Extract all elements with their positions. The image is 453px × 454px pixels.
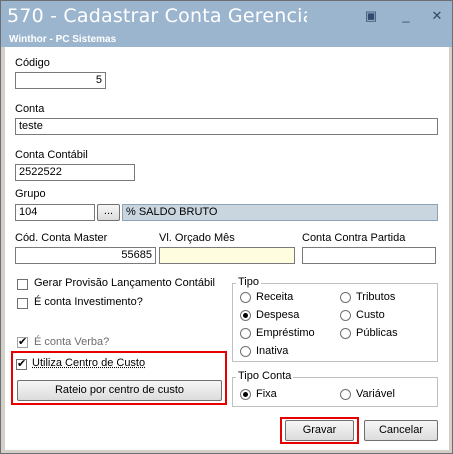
tipo-receita-radio[interactable] xyxy=(240,292,251,303)
conta-contra-partida-label: Conta Contra Partida xyxy=(302,232,406,244)
tipo-publicas-radio[interactable] xyxy=(340,328,351,339)
conta-contabil-label: Conta Contábil xyxy=(15,149,88,161)
grupo-field[interactable]: 104 xyxy=(15,204,95,221)
form-area: Código 5 Conta teste Conta Contábil 2522… xyxy=(5,47,449,450)
restore-icon[interactable]: ▣ xyxy=(362,7,380,25)
tipo-emprestimo-label: Empréstimo xyxy=(256,327,315,339)
conta-label: Conta xyxy=(15,103,45,115)
tipo-conta-variavel-radio[interactable] xyxy=(340,389,351,400)
conta-investimento-checkbox[interactable] xyxy=(17,298,28,309)
cancelar-button[interactable]: Cancelar xyxy=(364,420,438,441)
tipo-despesa-radio[interactable] xyxy=(240,310,251,321)
tipo-group-title: Tipo xyxy=(236,276,261,288)
cod-conta-master-label: Cód. Conta Master xyxy=(15,232,108,244)
gerar-provisao-label: Gerar Provisão Lançamento Contábil xyxy=(34,277,215,289)
grupo-label: Grupo xyxy=(15,188,46,200)
tipo-conta-fixa-radio[interactable] xyxy=(240,389,251,400)
tipo-conta-group-title: Tipo Conta xyxy=(236,370,294,382)
conta-verba-checkbox[interactable] xyxy=(17,335,28,348)
tipo-receita-label: Receita xyxy=(256,291,294,303)
conta-investimento-label: É conta Investimento? xyxy=(34,296,143,308)
grupo-search-button[interactable]: ... xyxy=(97,204,120,221)
main-window: 570 - Cadastrar Conta Gerencial Winthor … xyxy=(0,0,453,454)
tipo-inativa-radio[interactable] xyxy=(240,346,251,357)
vl-orcado-mes-label: Vl. Orçado Mês xyxy=(159,232,235,244)
utiliza-centro-custo-checkbox[interactable] xyxy=(16,357,27,370)
tipo-conta-fixa-label: Fixa xyxy=(256,388,277,400)
tipo-tributos-label: Tributos xyxy=(356,291,396,303)
minimize-icon[interactable]: _ xyxy=(397,7,415,25)
vl-orcado-mes-field[interactable] xyxy=(159,247,295,264)
tipo-emprestimo-radio[interactable] xyxy=(240,328,251,339)
conta-verba-label: É conta Verba? xyxy=(34,336,110,348)
gerar-provisao-checkbox[interactable] xyxy=(17,279,28,290)
tipo-custo-label: Custo xyxy=(356,309,385,321)
tipo-tributos-radio[interactable] xyxy=(340,292,351,303)
codigo-label: Código xyxy=(15,57,50,69)
tipo-despesa-label: Despesa xyxy=(256,309,300,321)
tipo-custo-radio[interactable] xyxy=(340,310,351,321)
cod-conta-master-field[interactable]: 55685 xyxy=(15,247,156,264)
window-title: 570 - Cadastrar Conta Gerencial xyxy=(7,5,307,27)
tipo-inativa-label: Inativa xyxy=(256,345,289,357)
conta-contra-partida-field[interactable] xyxy=(302,247,436,264)
close-icon[interactable]: ✕ xyxy=(428,7,446,25)
grupo-description: % SALDO BRUTO xyxy=(122,204,438,221)
codigo-field[interactable]: 5 xyxy=(15,72,106,89)
window-subtitle: Winthor - PC Sistemas xyxy=(9,34,117,45)
title-bar[interactable]: 570 - Cadastrar Conta Gerencial Winthor … xyxy=(1,1,452,47)
tipo-publicas-label: Públicas xyxy=(356,327,398,339)
tipo-conta-variavel-label: Variável xyxy=(356,388,395,400)
conta-contabil-field[interactable]: 2522522 xyxy=(15,164,135,181)
conta-field[interactable]: teste xyxy=(15,118,438,135)
utiliza-centro-custo-label: Utiliza Centro de Custo xyxy=(32,357,146,369)
rateio-button[interactable]: Rateio por centro de custo xyxy=(17,380,222,401)
gravar-button[interactable]: Gravar xyxy=(285,420,354,441)
